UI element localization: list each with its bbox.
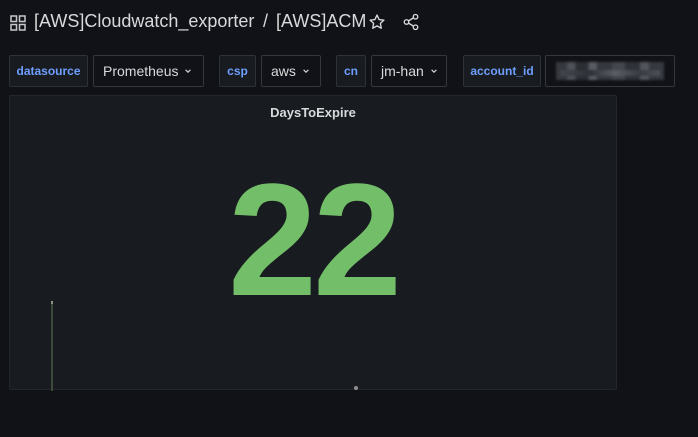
sparkline: [51, 301, 53, 391]
variable-label-datasource: datasource: [9, 55, 88, 87]
folder-title-link[interactable]: [AWS]Cloudwatch_exporter: [34, 11, 254, 32]
chevron-down-icon: [185, 69, 192, 73]
stat-panel[interactable]: DaysToExpire 22: [9, 95, 617, 391]
variable-value-csp: aws: [271, 63, 296, 79]
chevron-down-icon: [431, 69, 437, 73]
variable-label-cn: cn: [336, 55, 366, 87]
share-icon[interactable]: [402, 13, 420, 31]
dashboard-title[interactable]: [AWS]ACM: [276, 11, 366, 32]
star-icon[interactable]: [368, 13, 386, 31]
variable-select-datasource[interactable]: Prometheus: [93, 55, 204, 87]
chevron-down-icon: [303, 69, 309, 73]
variable-label-account-id: account_id: [463, 55, 541, 87]
sparkline-peak: [51, 301, 53, 304]
variable-select-csp[interactable]: aws: [261, 55, 321, 87]
variable-value-datasource: Prometheus: [103, 63, 179, 79]
variable-value-cn: jm-han: [381, 63, 424, 79]
redacted-account-id-detail: [560, 70, 660, 76]
variable-label-csp: csp: [219, 55, 256, 87]
breadcrumb-separator: /: [263, 11, 269, 31]
stat-value: 22: [228, 150, 402, 329]
dashboards-grid-icon[interactable]: [10, 15, 26, 31]
variable-select-cn[interactable]: jm-han: [371, 55, 447, 87]
panel-title[interactable]: DaysToExpire: [10, 105, 616, 120]
dashboard-header: [AWS]Cloudwatch_exporter / [AWS]ACM: [0, 0, 698, 46]
panel-drag-dot[interactable]: [354, 386, 358, 390]
